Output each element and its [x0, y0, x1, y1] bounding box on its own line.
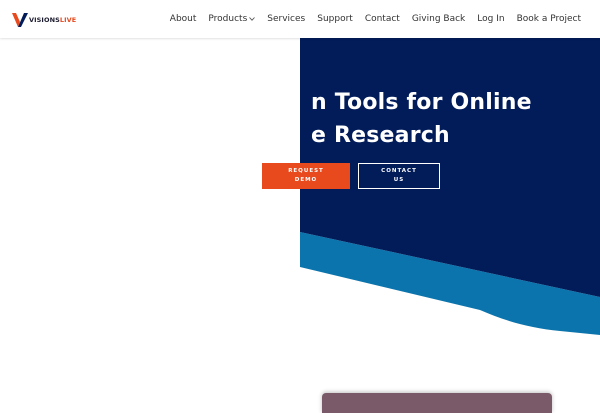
request-demo-button[interactable]: REQUEST DEMO: [262, 163, 350, 189]
nav-book-a-project[interactable]: Book a Project: [511, 0, 600, 38]
nav-log-in[interactable]: Log In: [471, 0, 510, 38]
chevron-down-icon: [249, 17, 256, 21]
logo-text: VISIONSLIVE: [29, 16, 77, 24]
nav-support[interactable]: Support: [311, 0, 359, 38]
nav-products-label: Products: [208, 14, 248, 24]
nav-about[interactable]: About: [164, 0, 203, 38]
hero-title-line-2: e Research: [311, 123, 450, 148]
site-header: VISIONSLIVE About Products Services Supp…: [0, 0, 600, 38]
contact-us-button[interactable]: CONTACT US: [358, 163, 440, 189]
product-preview-card: [322, 393, 552, 413]
nav-giving-back[interactable]: Giving Back: [406, 0, 471, 38]
visionslive-logo[interactable]: VISIONSLIVE: [12, 12, 76, 28]
nav-products[interactable]: Products: [202, 0, 261, 38]
main-nav: About Products Services Support Contact …: [164, 0, 600, 38]
logo-v-mark-icon: [12, 13, 28, 27]
hero-title: n Tools for Online e Research: [311, 86, 532, 152]
nav-contact[interactable]: Contact: [359, 0, 406, 38]
nav-services[interactable]: Services: [261, 0, 311, 38]
hero-title-line-1: n Tools for Online: [311, 90, 532, 115]
